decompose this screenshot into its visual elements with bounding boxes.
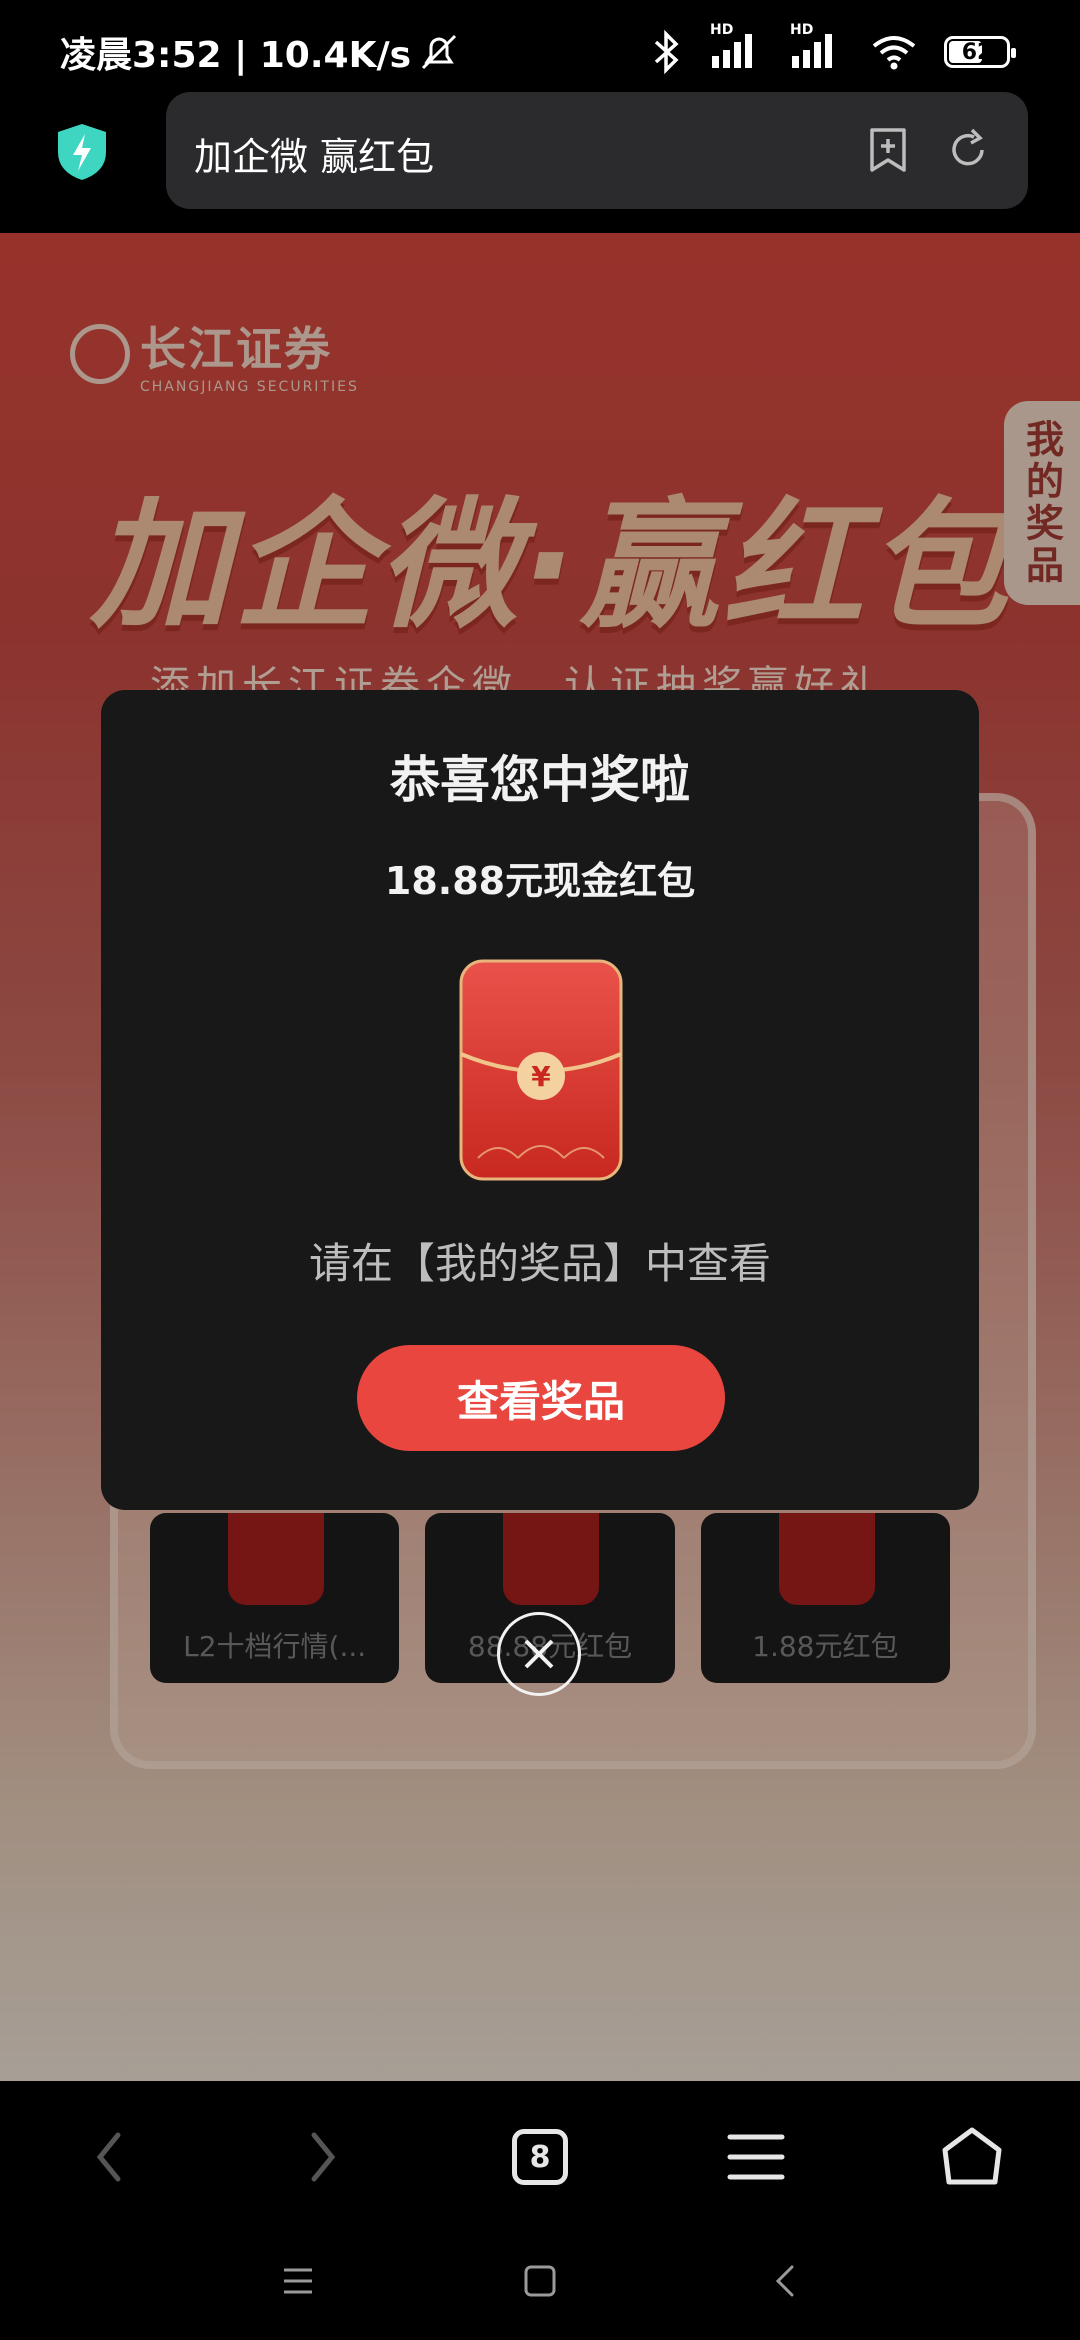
status-left: 凌晨3:52 | 10.4K/s xyxy=(60,26,461,78)
tab-count: 8 xyxy=(512,2129,568,2185)
prize-modal: 恭喜您中奖啦 18.88元现金红包 ¥ 请在【我的奖品】中查看 查看奖品 xyxy=(101,690,979,1510)
tabs-button[interactable]: 8 xyxy=(500,2117,580,2197)
signal-strength-2: HD xyxy=(790,22,844,74)
menu-button[interactable] xyxy=(716,2117,796,2197)
security-shield-icon[interactable] xyxy=(54,122,110,182)
home-icon xyxy=(942,2127,1002,2185)
prize-amount: 18.88元现金红包 xyxy=(384,859,696,903)
red-envelope-icon: ¥ xyxy=(459,959,623,1181)
bottom-navigation: 8 xyxy=(0,2081,1080,2340)
modal-hint: 请在【我的奖品】中查看 xyxy=(308,1239,771,1288)
page-title: 加企微 赢红包 xyxy=(194,135,435,179)
bluetooth-icon xyxy=(654,30,679,74)
view-prizes-button[interactable]: 查看奖品 xyxy=(357,1345,725,1451)
menu-icon xyxy=(727,2134,785,2180)
forward-button[interactable] xyxy=(284,2117,364,2197)
browser-toolbar: 加企微 赢红包 xyxy=(0,90,1080,233)
signal-hd-label-2: HD xyxy=(790,22,814,38)
wifi-icon xyxy=(872,36,916,70)
system-home-button[interactable] xyxy=(510,2251,570,2311)
system-recents-button[interactable] xyxy=(268,2251,328,2311)
close-icon xyxy=(524,1639,554,1669)
status-right: HD HD 62 xyxy=(648,22,1016,74)
chevron-left-icon xyxy=(96,2132,121,2182)
square-home-icon xyxy=(524,2265,556,2297)
add-bookmark-icon[interactable] xyxy=(864,126,912,174)
battery-level: 62 xyxy=(961,39,993,65)
signal-hd-label-1: HD xyxy=(710,22,734,38)
envelope-symbol: ¥ xyxy=(531,1060,551,1093)
mute-bell-icon xyxy=(422,34,457,70)
recents-icon xyxy=(284,2268,312,2294)
signal-strength-1: HD xyxy=(710,22,764,74)
home-button[interactable] xyxy=(932,2117,1012,2197)
status-bar: 凌晨3:52 | 10.4K/s HD HD 62 xyxy=(0,0,1080,100)
close-modal-button[interactable] xyxy=(497,1612,581,1696)
refresh-icon[interactable] xyxy=(944,126,992,174)
back-button[interactable] xyxy=(68,2117,148,2197)
status-time-speed: 凌晨3:52 | 10.4K/s xyxy=(60,35,412,76)
chevron-right-icon xyxy=(311,2132,336,2182)
back-arrow-icon xyxy=(775,2265,794,2297)
address-bar[interactable]: 加企微 赢红包 xyxy=(166,92,1028,209)
system-back-button[interactable] xyxy=(754,2251,814,2311)
modal-title: 恭喜您中奖啦 xyxy=(390,751,690,809)
battery-indicator: 62 xyxy=(944,36,1016,68)
